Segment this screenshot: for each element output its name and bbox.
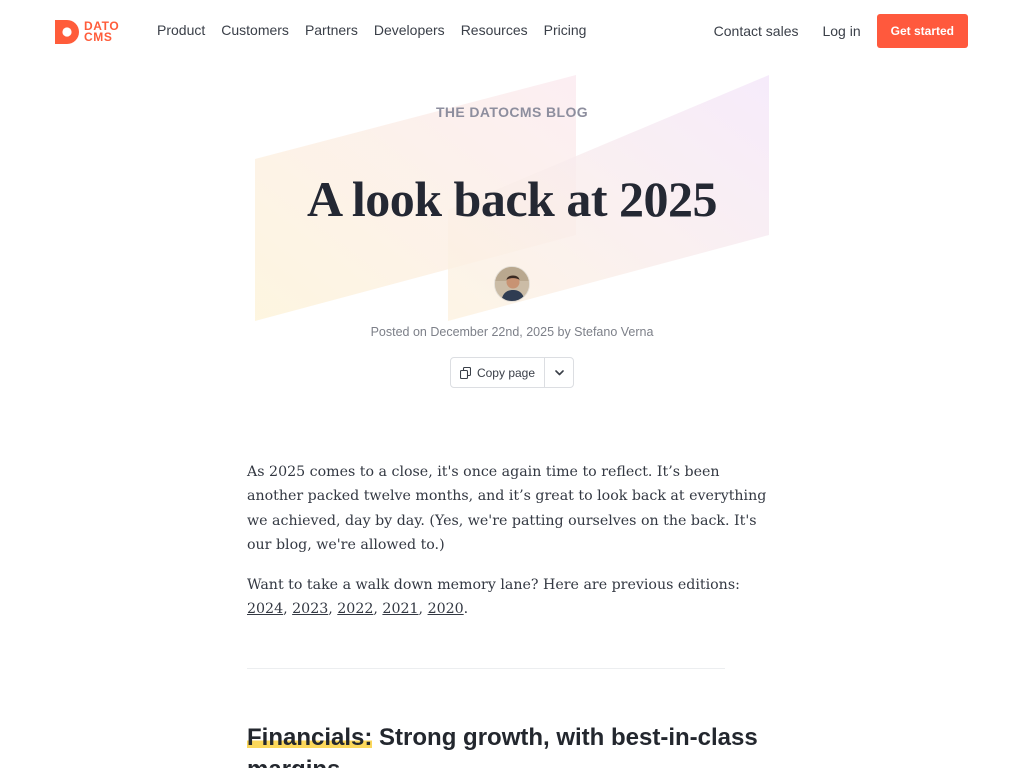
copy-page-group: Copy page (450, 357, 574, 388)
author-avatar (494, 266, 530, 302)
nav-product[interactable]: Product (157, 21, 205, 39)
nav-pricing[interactable]: Pricing (544, 21, 587, 39)
site-header: DATO CMS Product Customers Partners Deve… (0, 0, 1024, 64)
editions-intro: Want to take a walk down memory lane? He… (247, 576, 740, 593)
nav-partners[interactable]: Partners (305, 21, 358, 39)
edition-link-2024[interactable]: 2024 (247, 601, 283, 617)
edition-link-2022[interactable]: 2022 (337, 601, 373, 617)
get-started-button[interactable]: Get started (876, 14, 968, 48)
header-actions: Contact sales Log in Get started (714, 14, 968, 48)
contact-sales-link[interactable]: Contact sales (714, 22, 799, 40)
nav-customers[interactable]: Customers (221, 21, 289, 39)
login-link[interactable]: Log in (822, 22, 860, 40)
nav-developers[interactable]: Developers (374, 21, 445, 39)
copy-page-menu-button[interactable] (545, 358, 573, 387)
copy-page-button[interactable]: Copy page (451, 358, 545, 387)
logo-wordmark: DATO CMS (84, 20, 119, 44)
copy-icon (459, 366, 471, 379)
editions-paragraph: Want to take a walk down memory lane? He… (247, 576, 740, 618)
financials-heading: Financials: Strong growth, with best-in-… (247, 722, 767, 768)
post-meta: Posted on December 22nd, 2025 by Stefano… (370, 325, 654, 339)
nav-resources[interactable]: Resources (461, 21, 528, 39)
post-title: A look back at 2025 (306, 171, 718, 227)
section-divider (247, 668, 725, 669)
logo-line-2: CMS (84, 30, 113, 44)
copy-page-label: Copy page (476, 365, 536, 380)
heading-highlight: Financials: (247, 724, 373, 751)
edition-link-2023[interactable]: 2023 (292, 601, 328, 617)
edition-link-2020[interactable]: 2020 (428, 601, 464, 617)
datocms-logo[interactable]: DATO CMS (55, 19, 119, 45)
logo-mark-icon (55, 20, 79, 44)
intro-paragraph: As 2025 comes to a close, it's once agai… (247, 464, 767, 554)
edition-link-2021[interactable]: 2021 (382, 601, 418, 617)
chevron-down-icon (554, 369, 564, 375)
main-nav: Product Customers Partners Developers Re… (157, 21, 586, 39)
blog-eyebrow: THE DATOCMS BLOG (435, 104, 589, 120)
article-body: As 2025 comes to a close, it's once agai… (247, 460, 777, 636)
